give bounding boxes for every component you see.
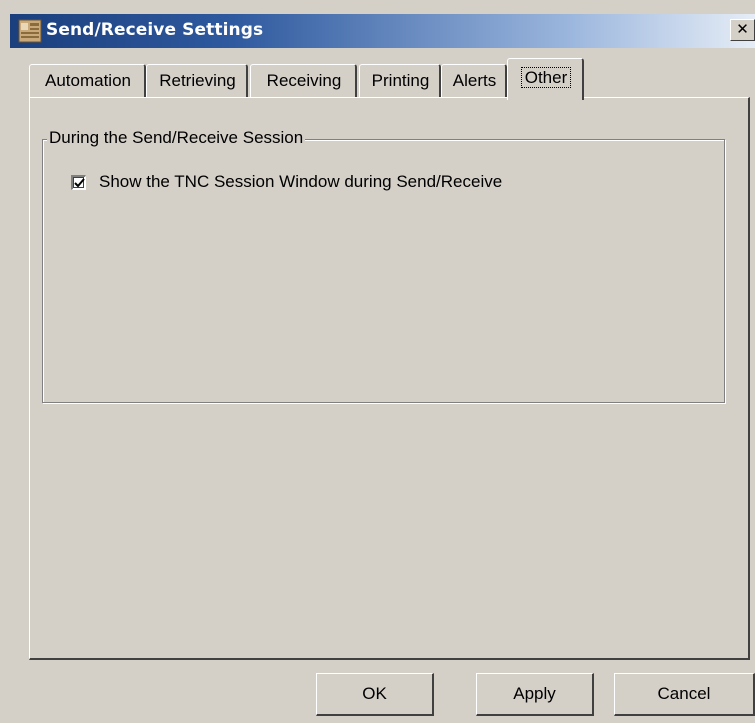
tab-other[interactable]: Other — [507, 58, 584, 100]
tab-label: Other — [520, 67, 572, 88]
tab-label: Printing — [371, 71, 430, 90]
tab-alerts[interactable]: Alerts — [441, 64, 507, 98]
show-tnc-window-checkbox[interactable] — [71, 174, 86, 190]
groupbox-legend: During the Send/Receive Session — [47, 128, 306, 148]
cancel-button[interactable]: Cancel — [614, 673, 755, 716]
app-icon — [18, 19, 42, 43]
tab-label: Receiving — [266, 71, 342, 90]
tab-label: Retrieving — [159, 71, 236, 90]
checkmark-icon — [74, 177, 85, 187]
tab-receiving[interactable]: Receiving — [250, 64, 357, 98]
apply-button[interactable]: Apply — [476, 673, 594, 716]
tab-label: Automation — [45, 71, 131, 90]
ok-button[interactable]: OK — [316, 673, 434, 716]
show-tnc-window-label: Show the TNC Session Window during Send/… — [99, 172, 503, 191]
tab-retrieving[interactable]: Retrieving — [146, 64, 248, 98]
tab-printing[interactable]: Printing — [359, 64, 441, 98]
window-title: Send/Receive Settings — [46, 20, 264, 40]
close-button[interactable]: ✕ — [730, 19, 755, 41]
show-tnc-window-option[interactable]: Show the TNC Session Window during Send/… — [71, 172, 502, 192]
tab-automation[interactable]: Automation — [29, 64, 146, 98]
tab-label: Alerts — [452, 71, 497, 90]
close-icon: ✕ — [736, 20, 749, 38]
title-bar[interactable]: Send/Receive Settings — [10, 14, 755, 48]
